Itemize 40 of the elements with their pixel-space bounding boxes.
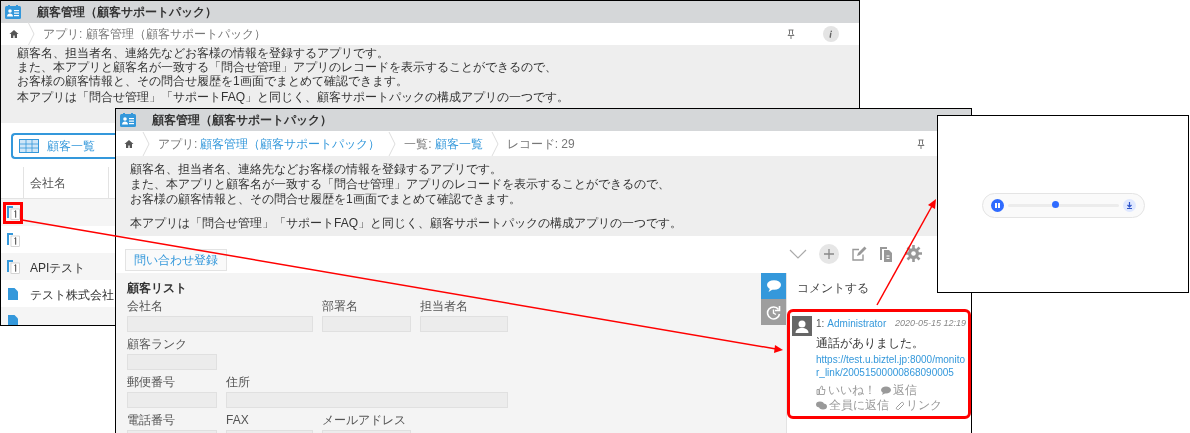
view-select-button[interactable]: 顧客一覧 xyxy=(11,133,115,159)
field-label: 電話番号 xyxy=(127,414,176,427)
comment-date: 2020-05-15 12:19 xyxy=(894,316,966,330)
window-title: 顧客管理（顧客サポートパック） xyxy=(37,4,217,21)
comment-action-link[interactable]: 全員に返信 xyxy=(816,398,889,412)
field-label: 顧客ランク xyxy=(127,338,188,351)
column-header: 会社名 xyxy=(30,174,66,192)
breadcrumb-link[interactable]: 顧客一覧 xyxy=(434,134,483,153)
window-title: 顧客管理（顧客サポートパック） xyxy=(152,112,332,129)
field-label: FAX xyxy=(226,414,250,427)
description-line: また、本アプリと顧客名が一致する「問合せ管理」アプリのレコードを表示することができるので、 xyxy=(17,60,558,74)
field-label: 郵便番号 xyxy=(127,376,176,389)
field-label: メールアドレス xyxy=(322,414,407,427)
table-cell: APIテスト xyxy=(30,260,86,275)
field-label: 担当者名 xyxy=(420,300,469,313)
field-label: 部署名 xyxy=(322,300,359,313)
field-label: 住所 xyxy=(226,376,251,389)
description-line: 顧客名、担当者名、連絡先などお客様の情報を登録するアプリです。 xyxy=(17,46,390,60)
author-link[interactable]: Administrator xyxy=(827,316,887,331)
breadcrumb-text: アプリ: xyxy=(158,135,198,153)
description-line: お客様の顧客情報と、その問合せ履歴を1画面でまとめて確認できます。 xyxy=(130,192,522,207)
comment-action-link[interactable]: 返信 xyxy=(881,383,917,397)
comment-action-link[interactable]: リンク xyxy=(894,398,942,412)
breadcrumb-link[interactable]: 顧客管理（顧客サポートパック） xyxy=(200,134,381,153)
register-inquiry-button[interactable]: 問い合わせ登録 xyxy=(125,249,227,271)
comment-number: 1: xyxy=(816,317,825,331)
description-line: 本アプリは「問合せ管理」「サポートFAQ」と同じく、顧客サポートパックの構成アプリの一つです。 xyxy=(17,90,570,104)
comment-link[interactable]: https://test.u.biztel.jp:8000/monitor_link/20051500000868090005 xyxy=(816,353,966,379)
description-line: 本アプリは「問合せ管理」「サポートFAQ」と同じく、顧客サポートパックの構成アプリの一つです。 xyxy=(130,216,683,231)
description-line: 顧客名、担当者名、連絡先などお客様の情報を登録するアプリです。 xyxy=(130,162,503,177)
description-line: また、本アプリと顧客名が一致する「問合せ管理」アプリのレコードを表示することができるので、 xyxy=(130,177,671,192)
field-label: 会社名 xyxy=(127,300,164,313)
breadcrumb-text: 一覧: xyxy=(404,135,432,153)
comment-action-link[interactable]: いいね！ xyxy=(816,383,876,397)
description-line: お客様の顧客情報と、その問合せ履歴を1画面でまとめて確認できます。 xyxy=(17,74,409,88)
comment-text: 通話がありました。 xyxy=(816,335,925,352)
form-title: 顧客リスト xyxy=(127,281,188,295)
table-cell: テスト株式会社 xyxy=(30,287,114,302)
breadcrumb-text: アプリ: 顧客管理（顧客サポートパック） xyxy=(43,26,266,43)
breadcrumb-text: レコード: 29 xyxy=(506,135,575,153)
